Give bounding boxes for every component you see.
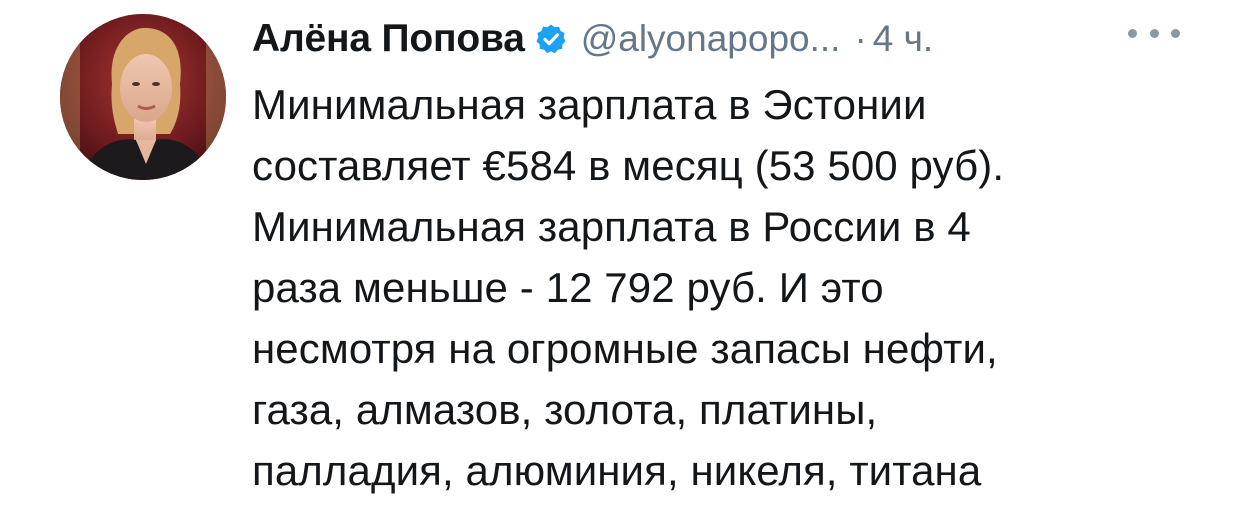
tweet-header: Алёна Попова @alyonapopo... · 4 ч. [252,14,933,64]
avatar-photo [60,14,226,180]
author-name[interactable]: Алёна Попова [252,17,525,61]
tweet-text-line: составляет €584 в месяц (53 500 руб). [252,142,1005,189]
header-separator: · [854,18,867,59]
tweet-timestamp[interactable]: 4 ч. [873,18,933,60]
more-options-ellipsis-icon[interactable] [1128,22,1180,44]
dot-icon [1171,28,1180,38]
tweet-text-line: палладия, алюминия, никеля, титана [252,447,982,494]
author-handle[interactable]: @alyonapopo... [581,18,841,60]
tweet-text-line: газа, алмазов, золота, платины, [252,386,878,433]
tweet-text-line: Минимальная зарплата в Эстонии [252,81,927,128]
tweet-text-line: раза меньше - 12 792 руб. И это [252,264,884,311]
tweet-text: Минимальная зарплата в Эстонии составляе… [252,74,1212,501]
avatar[interactable] [60,14,226,180]
tweet-text-line: несмотря на огромные запасы нефти, [252,325,998,372]
tweet: Алёна Попова @alyonapopo... · 4 ч. Миним… [0,0,1242,512]
tweet-text-line: Минимальная зарплата в России в 4 [252,203,971,250]
dot-icon [1149,28,1159,38]
dot-icon [1128,28,1137,38]
verified-badge-icon [535,23,567,55]
